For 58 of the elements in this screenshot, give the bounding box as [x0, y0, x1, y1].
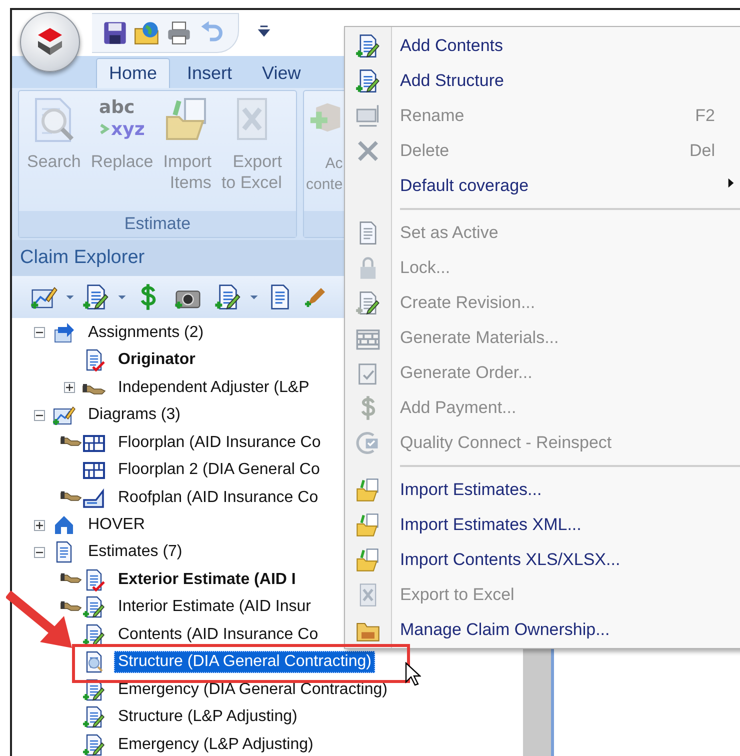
folder-arrow-icon: [355, 476, 381, 502]
document-pencil-icon: [355, 290, 381, 316]
tree-item[interactable]: Emergency (DIA General Contracting): [114, 678, 392, 701]
document-pencil-icon: [82, 595, 106, 620]
printer-icon[interactable]: [166, 20, 192, 46]
tree-item[interactable]: Estimates (7): [84, 541, 186, 564]
document-pencil-icon: [82, 678, 106, 702]
tree-item[interactable]: Interior Estimate (AID Insur: [114, 596, 315, 618]
tree-item[interactable]: Structure (DIA General Contracting): [114, 651, 376, 674]
menu-item[interactable]: Manage Claim Ownership...: [345, 612, 740, 647]
expander-toggle[interactable]: [64, 382, 75, 394]
tree-item[interactable]: Exterior Estimate (AID I: [114, 568, 300, 591]
tree-item[interactable]: Originator: [114, 349, 200, 372]
shortcut-label: Del: [689, 140, 715, 160]
tree-item[interactable]: Independent Adjuster (L&P: [114, 376, 314, 399]
roofplan-icon: [82, 486, 106, 510]
menu-item[interactable]: Import Contents XLS/XLSX...: [345, 542, 740, 577]
folder-arrow-icon: [355, 512, 381, 538]
group-label: Estimate: [19, 211, 296, 237]
document-pencil-icon[interactable]: [82, 283, 110, 311]
ribbon-tab[interactable]: Insert: [174, 58, 246, 88]
tree-item[interactable]: Floorplan (AID Insurance Co: [114, 432, 325, 454]
annotation-arrow: [6, 590, 74, 650]
expander-toggle[interactable]: [34, 546, 45, 558]
tree-item[interactable]: Diagrams (3): [84, 404, 184, 426]
shortcut-label: F2: [695, 106, 715, 126]
check-circle-icon: [355, 430, 381, 456]
application-menu-button[interactable]: [20, 12, 80, 72]
mouse-pointer-icon: [405, 662, 421, 686]
plus-icon: [35, 520, 44, 530]
document-pencil-icon: [355, 32, 381, 58]
document-pencil-icon: [82, 705, 106, 730]
menu-item[interactable]: Import Estimates XML...: [345, 507, 740, 542]
expander-toggle[interactable]: [34, 410, 45, 421]
expander-toggle[interactable]: [34, 327, 45, 338]
tree-item[interactable]: Roofplan (AID Insurance Co: [114, 486, 322, 509]
tree-item[interactable]: Emergency (L&P Adjusting): [114, 734, 318, 756]
menu-item[interactable]: Add Contents: [345, 28, 740, 63]
document-pencil-icon: [82, 622, 106, 647]
tree-item[interactable]: Assignments (2): [84, 322, 208, 344]
menu-item[interactable]: Add Structure: [345, 63, 740, 98]
expander-toggle[interactable]: [34, 520, 45, 531]
ribbon-tab[interactable]: Home: [96, 58, 170, 88]
tree-item[interactable]: HOVER: [84, 514, 149, 536]
plus-icon: [65, 383, 74, 392]
globe-folder-icon[interactable]: [134, 20, 160, 46]
tree-item[interactable]: Structure (L&P Adjusting): [114, 706, 302, 728]
menu-item[interactable]: Default coverage: [345, 168, 740, 203]
document-pencil-icon[interactable]: [214, 283, 242, 311]
pencil-icon[interactable]: [304, 285, 328, 309]
tree-item[interactable]: Contents (AID Insurance Co: [114, 624, 322, 646]
arrow-folder-icon: [52, 320, 76, 345]
folder-arrow-icon: [355, 546, 381, 572]
menu-item[interactable]: Import Estimates...: [345, 472, 740, 507]
tree-item[interactable]: Floorplan 2 (DIA General Co: [114, 459, 324, 482]
monitor-icon: [355, 102, 381, 128]
ribbon-tab[interactable]: View: [249, 58, 314, 88]
document-pencil-icon: [355, 68, 381, 94]
